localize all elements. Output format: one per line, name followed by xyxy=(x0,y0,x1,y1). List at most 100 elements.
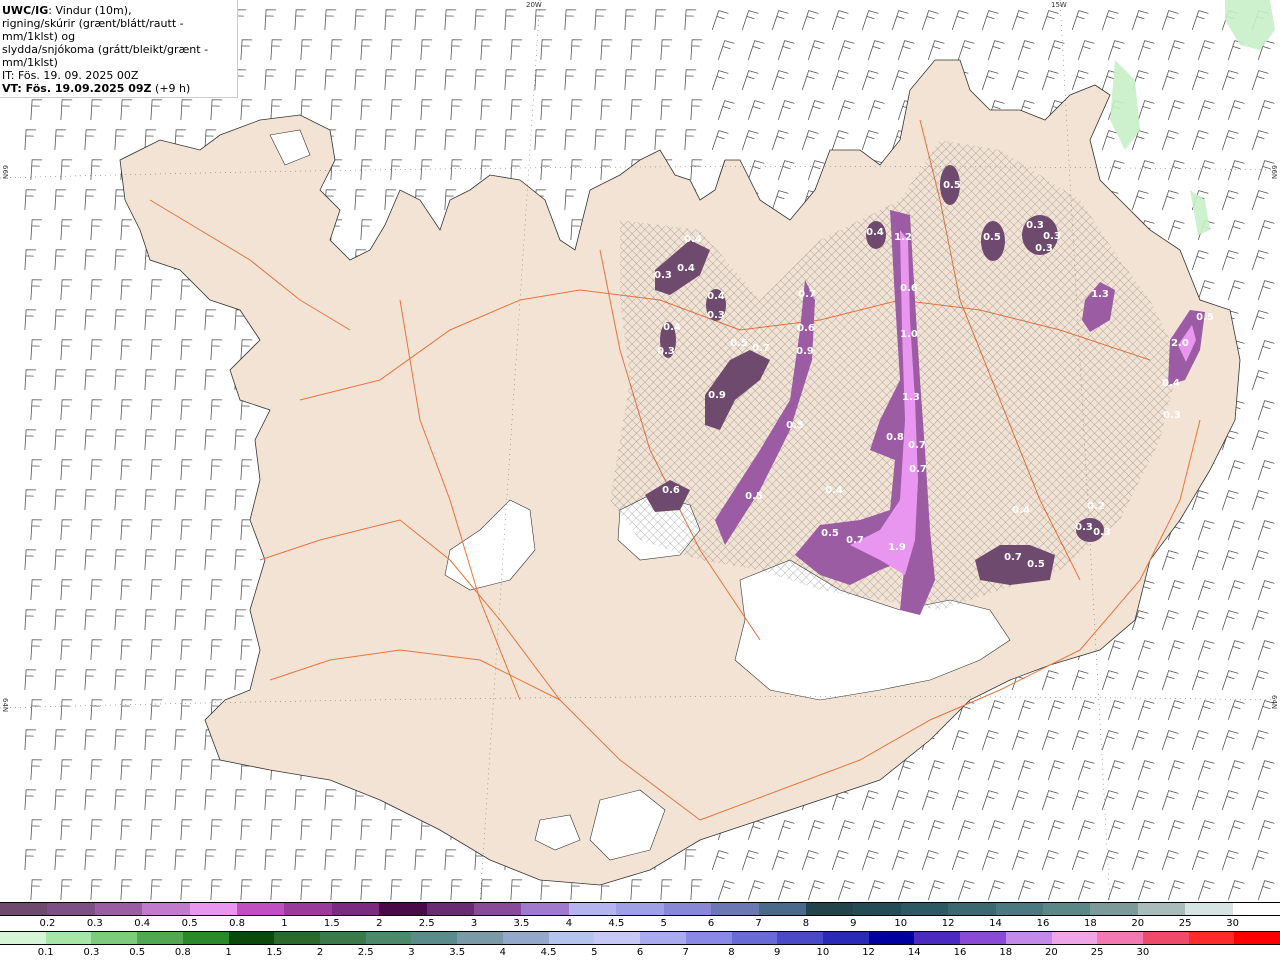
precip-value-label: 0.9 xyxy=(708,390,726,401)
legend-swatch xyxy=(1137,903,1186,915)
legend-label: 7 xyxy=(682,947,689,958)
legend-snow-swatches xyxy=(0,931,1280,945)
legend-label: 2 xyxy=(376,918,383,929)
precip-value-label: 0.4 xyxy=(866,227,884,238)
precip-value-label: 1.0 xyxy=(900,329,918,340)
legend-swatch xyxy=(1185,903,1233,915)
legend-label: 3 xyxy=(408,947,415,958)
precip-value-label: 0.3 xyxy=(1043,231,1061,242)
lead-time: (+9 h) xyxy=(155,82,191,95)
legend-swatch xyxy=(868,932,915,944)
legend-label: 1.5 xyxy=(323,918,340,929)
legend-label: 0.2 xyxy=(39,918,56,929)
legend-swatch xyxy=(900,903,949,915)
legend-label: 4 xyxy=(565,918,573,929)
precip-value-label: 0.3 xyxy=(707,310,725,321)
legend-swatch xyxy=(616,903,664,915)
legend-swatch xyxy=(731,932,778,944)
legend-swatch xyxy=(914,932,961,944)
legend-swatch xyxy=(1097,932,1143,944)
precip-value-label: 0.4 xyxy=(825,485,843,496)
legend-swatch xyxy=(426,903,475,915)
legend-snow-labels: 0.1 0.3 0.5 0.8 1 1.5 2 2.5 3 3.5 4 4.5 5 6 7 8 9 10 12 14 1… xyxy=(0,945,1280,960)
legend-swatch xyxy=(502,932,549,944)
legend-swatch xyxy=(1051,932,1098,944)
lon-label-15w: 15W xyxy=(1051,1,1067,9)
legend-swatch xyxy=(960,932,1006,944)
product-desc-1: : Vindur (10m), xyxy=(48,4,132,17)
precip-value-label: 0.3 xyxy=(654,270,672,281)
lat-label-right-64n: 64N xyxy=(1270,695,1278,710)
legend-precip-swatches xyxy=(0,902,1280,916)
legend-swatch xyxy=(474,903,522,915)
legend-label: 4.5 xyxy=(608,918,625,929)
precip-value-label: 0.3 xyxy=(1075,522,1093,533)
legend-swatch xyxy=(594,932,641,944)
precip-value-label: 0.4 xyxy=(663,322,681,333)
legend-label: 3.5 xyxy=(513,918,530,929)
legend-swatch xyxy=(1188,932,1235,944)
legend-swatch xyxy=(142,903,190,915)
product-desc-2: rigning/skúrir (grænt/blátt/rautt - mm/1… xyxy=(2,17,184,43)
legend-swatch xyxy=(0,903,48,915)
legend-label: 14 xyxy=(989,918,1002,929)
lat-label-right-66n: 66N xyxy=(1270,165,1278,180)
precip-value-label: 0.7 xyxy=(846,535,864,546)
legend-label: 18 xyxy=(1083,918,1097,929)
precip-value-label: 1.9 xyxy=(888,542,906,553)
legend-label: 9 xyxy=(773,947,781,958)
legend-label: 9 xyxy=(850,918,857,929)
legend-label: 3 xyxy=(470,918,478,929)
legend-snow: 0.1 0.3 0.5 0.8 1 1.5 2 2.5 3 3.5 4 4.5 5 6 7 8 9 10 12 14 1… xyxy=(0,931,1280,960)
legend-swatch xyxy=(1234,932,1280,944)
legend-swatch xyxy=(379,903,427,915)
legend-swatch xyxy=(521,903,569,915)
legend-swatch xyxy=(0,932,46,944)
legend-label: 7 xyxy=(755,918,762,929)
legend-swatch xyxy=(777,932,823,944)
precip-value-label: 0.7 xyxy=(752,343,770,354)
legend-label: 2.5 xyxy=(357,947,374,958)
precip-value-label: 0.7 xyxy=(798,289,816,300)
precip-value-label: 1.3 xyxy=(1091,289,1109,300)
precip-value-label: 0.5 xyxy=(1027,559,1045,570)
legend-swatch xyxy=(853,903,901,915)
legend-label: 10 xyxy=(816,947,830,958)
legend-precip: 0.2 0.3 0.4 0.5 0.8 1 1.5 2 2.5 3 3.5 4 4.5 5 6 7 8 9 10 12… xyxy=(0,902,1280,931)
legend-label: 6 xyxy=(707,918,715,929)
precip-value-label: 1.2 xyxy=(894,232,912,243)
legend-swatch xyxy=(1090,903,1138,915)
precip-value-label: 0.3 xyxy=(1093,527,1111,538)
legend-label: 8 xyxy=(728,947,735,958)
precip-value-label: 0.7 xyxy=(908,440,926,451)
legend-label: 10 xyxy=(894,918,908,929)
legend-swatch xyxy=(47,903,95,915)
legend-swatch xyxy=(1142,932,1189,944)
precip-value-label: 0.5 xyxy=(943,180,961,191)
legend-label: 30 xyxy=(1226,918,1239,929)
precip-value-label: 0.7 xyxy=(1004,552,1022,563)
legend-label: 8 xyxy=(802,918,810,929)
legend-swatch xyxy=(284,903,332,915)
precip-value-label: 0.3 xyxy=(1026,220,1044,231)
legend-label: 20 xyxy=(1131,918,1145,929)
precip-value-label: 2.0 xyxy=(1171,338,1189,349)
precip-value-label: 1.3 xyxy=(902,392,920,403)
precip-value-label: 0.5 xyxy=(821,528,839,539)
legend-swatch xyxy=(805,903,854,915)
precip-value-label: 0.4 xyxy=(1162,378,1180,389)
precip-value-label: 0.8 xyxy=(886,432,904,443)
legend-swatch xyxy=(1042,903,1091,915)
legend-swatch xyxy=(663,903,712,915)
legend-swatch xyxy=(137,932,183,944)
legend-label: 20 xyxy=(1045,947,1058,958)
legend-swatch xyxy=(1005,932,1052,944)
legend-label: 0.3 xyxy=(86,918,103,929)
legend-label: 2.5 xyxy=(418,918,435,929)
legend-label: 0.8 xyxy=(174,947,191,958)
precip-value-label: 0.3 xyxy=(657,346,675,357)
legend-label: 0.3 xyxy=(83,947,100,958)
issue-time: IT: Fös. 19. 09. 2025 00Z xyxy=(2,69,139,82)
legend-precip-labels: 0.2 0.3 0.4 0.5 0.8 1 1.5 2 2.5 3 3.5 4 4.5 5 6 7 8 9 10 12… xyxy=(0,916,1280,931)
precip-value-label: 0.5 xyxy=(983,232,1001,243)
